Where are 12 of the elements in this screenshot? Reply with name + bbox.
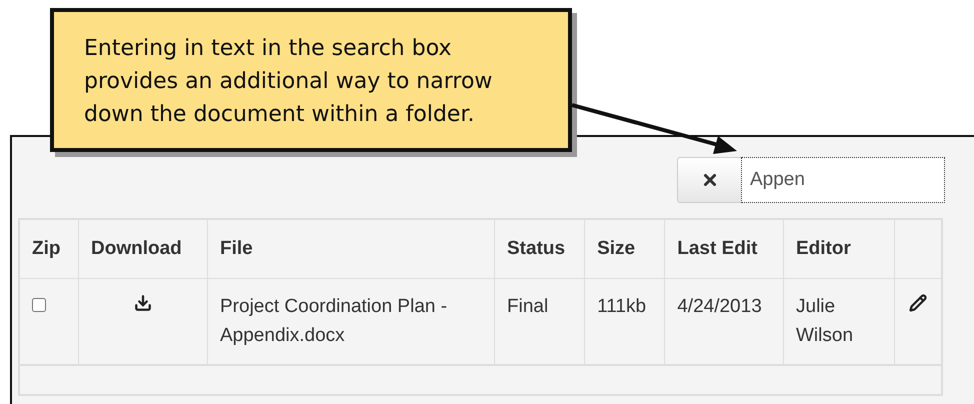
column-header: Status [494,219,585,278]
download-icon[interactable] [134,294,152,312]
column-header: Editor [784,219,894,278]
column-header: Download [78,219,208,278]
column-header: Size [584,219,665,278]
search-field[interactable]: Appen [741,157,945,203]
column-header: Last Edit [664,219,784,278]
clear-button[interactable] [677,157,741,203]
column-header: File [208,219,494,278]
edit-icon[interactable] [909,294,927,312]
zip-checkbox[interactable] [32,298,46,312]
column-header: Zip [19,219,78,278]
